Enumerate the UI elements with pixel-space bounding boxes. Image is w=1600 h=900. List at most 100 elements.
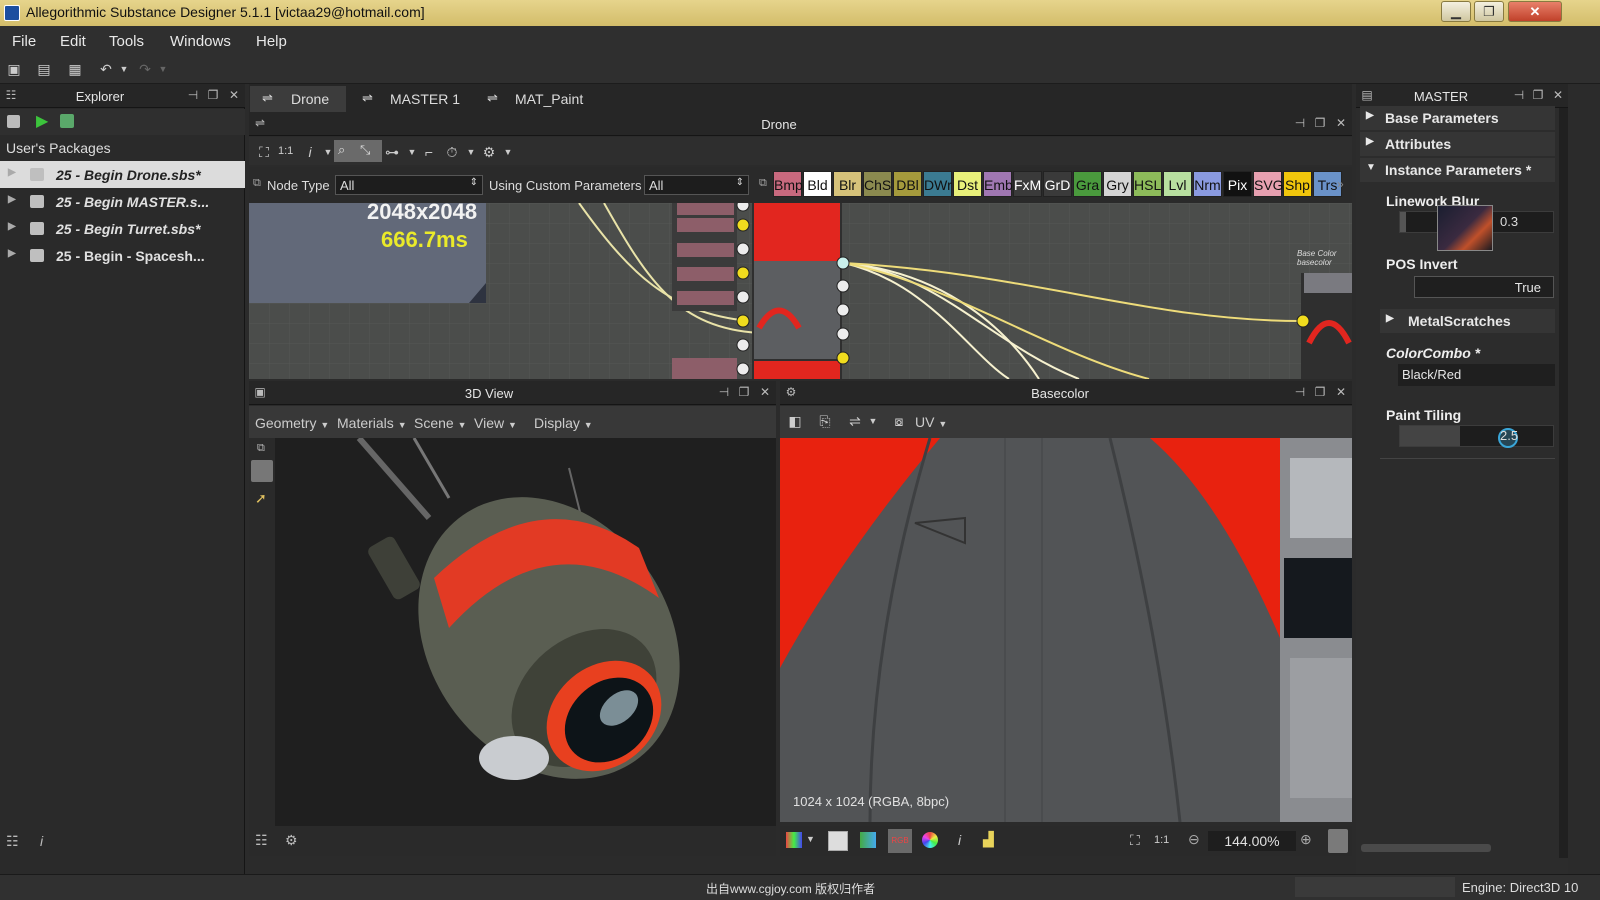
external-icon[interactable]: ⧉ bbox=[759, 177, 767, 190]
node-tile[interactable] bbox=[677, 267, 734, 281]
expand-arrow-icon[interactable]: ▶ bbox=[8, 194, 16, 205]
menu-materials[interactable]: Materials ▼ bbox=[337, 415, 407, 431]
package-item[interactable]: ▶ 25 - Begin - Spacesh... bbox=[0, 242, 245, 269]
scene-settings-icon[interactable]: ⚙ bbox=[285, 832, 298, 849]
zoom-1-1-button[interactable]: 1:1 bbox=[278, 145, 293, 157]
pin-icon[interactable]: ⊣ bbox=[186, 88, 200, 102]
tab-mat-paint[interactable]: ⇌ MAT_Paint bbox=[475, 86, 601, 112]
menu-view[interactable]: View ▼ bbox=[474, 415, 517, 431]
node-swatch-dwr[interactable]: DWr bbox=[923, 171, 952, 197]
node-swatch-svg[interactable]: SVG bbox=[1253, 171, 1284, 197]
float-icon[interactable]: ❐ bbox=[737, 385, 751, 399]
input-port[interactable] bbox=[736, 290, 750, 304]
node-type-select[interactable]: All ⇕ bbox=[335, 175, 483, 195]
undo-dropdown-icon[interactable]: ▼ bbox=[115, 64, 133, 80]
fit-view-icon[interactable]: ⛶ bbox=[1130, 832, 1140, 849]
play-icon[interactable]: ▶ bbox=[36, 111, 48, 131]
pin-icon[interactable]: ⊣ bbox=[1293, 116, 1307, 130]
node-swatch-bld[interactable]: Bld bbox=[803, 171, 832, 197]
close-window-button[interactable]: ✕ bbox=[1508, 1, 1562, 22]
channel-picker-icon[interactable] bbox=[786, 832, 802, 848]
info-icon[interactable]: i bbox=[958, 832, 961, 848]
input-port[interactable] bbox=[736, 203, 750, 212]
expand-arrow-icon[interactable]: ▶ bbox=[8, 221, 16, 232]
node-tile[interactable] bbox=[677, 291, 734, 305]
lock-icon[interactable] bbox=[1328, 829, 1348, 853]
input-port[interactable] bbox=[736, 362, 750, 376]
menu-windows[interactable]: Windows bbox=[170, 33, 231, 50]
package-item[interactable]: ▶ 25 - Begin MASTER.s... bbox=[0, 188, 245, 215]
tree-view-icon[interactable]: ☷ bbox=[6, 833, 19, 850]
node-tile[interactable] bbox=[672, 358, 737, 379]
node-swatch-bmp[interactable]: Bmp bbox=[773, 171, 803, 197]
node-swatch-fxm[interactable]: FxM bbox=[1013, 171, 1042, 197]
settings-gear-icon[interactable]: ⚙ bbox=[480, 144, 498, 160]
node-swatch-emb[interactable]: Emb bbox=[983, 171, 1013, 197]
info-icon[interactable]: i bbox=[40, 833, 43, 849]
close-icon[interactable]: ✕ bbox=[227, 88, 241, 102]
node-swatch-pix[interactable]: Pix bbox=[1223, 171, 1252, 197]
expand-arrow-icon[interactable]: ▶ bbox=[8, 167, 16, 178]
output-port[interactable] bbox=[836, 303, 850, 317]
input-port[interactable] bbox=[736, 338, 750, 352]
more-icon[interactable]: » bbox=[1337, 177, 1344, 191]
input-port[interactable] bbox=[736, 242, 750, 256]
link-style-icon[interactable]: ⊶ bbox=[383, 144, 401, 160]
undo-icon[interactable]: ↶ bbox=[97, 61, 115, 77]
package-item[interactable]: ▶ 25 - Begin Drone.sbs* bbox=[0, 161, 245, 188]
tiling-icon[interactable]: ⇌ bbox=[846, 413, 864, 429]
zoom-out-icon[interactable]: ⊖ bbox=[1188, 831, 1200, 848]
redo-dropdown-icon[interactable]: ▼ bbox=[154, 64, 172, 80]
menu-file[interactable]: File bbox=[12, 33, 36, 50]
texture-viewport[interactable]: 1024 x 1024 (RGBA, 8bpc) bbox=[780, 438, 1352, 822]
section-attributes[interactable]: ▶ Attributes bbox=[1360, 132, 1555, 156]
node-tile[interactable] bbox=[677, 243, 734, 257]
node-swatch-blr[interactable]: Blr bbox=[833, 171, 862, 197]
node-swatch-nrm[interactable]: Nrm bbox=[1193, 171, 1222, 197]
node-swatch-dbl[interactable]: DBl bbox=[893, 171, 922, 197]
timer-icon[interactable]: ⏱ bbox=[443, 144, 461, 160]
horizontal-scrollbar[interactable] bbox=[1361, 844, 1491, 852]
fit-view-icon[interactable]: ⛶ bbox=[255, 144, 273, 160]
close-icon[interactable]: ✕ bbox=[1551, 88, 1565, 102]
section-instance-parameters[interactable]: ▼ Instance Parameters * bbox=[1360, 158, 1555, 182]
save-icon[interactable]: ▦ bbox=[66, 61, 84, 77]
float-icon[interactable]: ❐ bbox=[1531, 88, 1545, 102]
pin-icon[interactable]: ⊣ bbox=[1512, 88, 1526, 102]
input-port[interactable] bbox=[736, 218, 750, 232]
node-tile[interactable] bbox=[677, 218, 734, 232]
tree-view-icon[interactable]: ☷ bbox=[255, 832, 268, 849]
close-icon[interactable]: ✕ bbox=[1334, 385, 1348, 399]
settings-dropdown-icon[interactable]: ▼ bbox=[499, 147, 517, 163]
zoom-field[interactable]: 144.00% bbox=[1208, 831, 1296, 851]
node-tile[interactable] bbox=[677, 203, 734, 215]
frame-select-icon[interactable]: ⤡ bbox=[360, 142, 370, 158]
input-port[interactable] bbox=[736, 266, 750, 280]
node-swatch-chs[interactable]: ChS bbox=[863, 171, 892, 197]
white-bg-icon[interactable] bbox=[828, 831, 848, 851]
output-port[interactable] bbox=[836, 351, 850, 365]
open-icon[interactable]: ▤ bbox=[35, 61, 53, 77]
compare-icon[interactable]: ◧ bbox=[786, 413, 804, 429]
zoom-in-icon[interactable]: ⊕ bbox=[1300, 831, 1312, 848]
zoom-select-icon[interactable]: ⌕ bbox=[338, 142, 345, 158]
tab-drone[interactable]: ⇌ Drone bbox=[250, 86, 346, 112]
node-swatch-shp[interactable]: Shp bbox=[1283, 171, 1312, 197]
channel-dropdown-icon[interactable]: ▼ bbox=[806, 834, 815, 844]
info-icon[interactable]: i bbox=[301, 144, 319, 160]
float-icon[interactable]: ❐ bbox=[1313, 116, 1327, 130]
histogram-icon[interactable]: ▟ bbox=[983, 831, 994, 848]
node-swatch-dst[interactable]: Dst bbox=[953, 171, 982, 197]
section-metal-scratches[interactable]: ▶ MetalScratches bbox=[1380, 309, 1555, 333]
menu-help[interactable]: Help bbox=[256, 33, 287, 50]
save-package-icon[interactable] bbox=[7, 115, 20, 128]
custom-params-select[interactable]: All ⇕ bbox=[644, 175, 749, 195]
node-swatch-lvl[interactable]: Lvl bbox=[1163, 171, 1192, 197]
snapshot-icon[interactable]: ⧇ bbox=[890, 413, 908, 429]
package-item[interactable]: ▶ 25 - Begin Turret.sbs* bbox=[0, 215, 245, 242]
zoom-1-1-button[interactable]: 1:1 bbox=[1154, 834, 1169, 846]
pos-invert-toggle[interactable]: True bbox=[1414, 276, 1554, 298]
node-swatch-grd[interactable]: GrD bbox=[1043, 171, 1072, 197]
node-swatch-hsl[interactable]: HSL bbox=[1133, 171, 1162, 197]
pin-icon[interactable]: ⊣ bbox=[1293, 385, 1307, 399]
